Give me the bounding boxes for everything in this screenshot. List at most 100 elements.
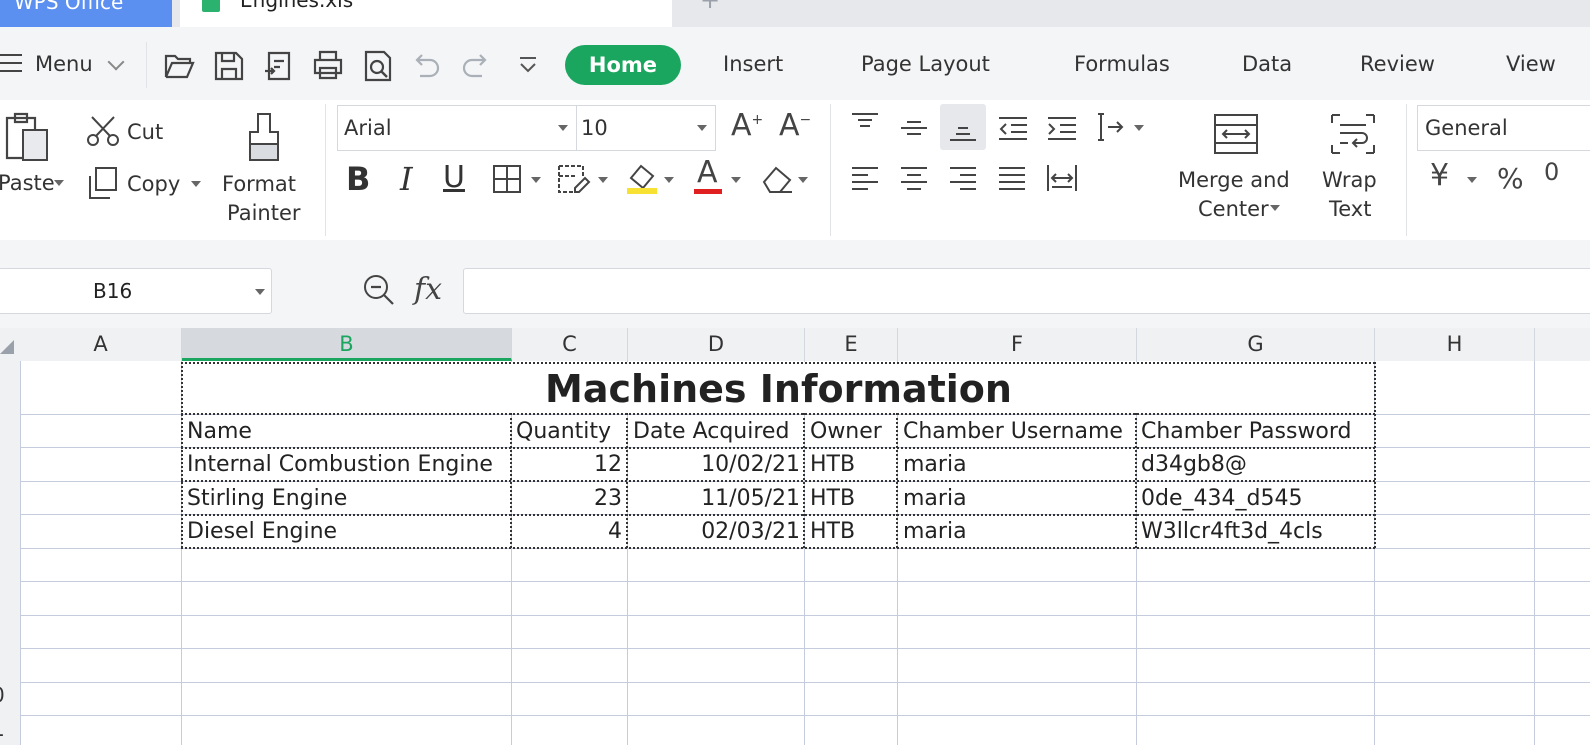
tab-insert[interactable]: Insert — [723, 52, 783, 76]
column-header-a[interactable]: A — [20, 328, 182, 361]
merge-and-center-icon[interactable] — [1213, 113, 1259, 155]
fill-color-icon[interactable] — [625, 160, 661, 196]
merge-and-center-label-1[interactable]: Merge and — [1178, 168, 1290, 192]
table-cell[interactable]: 23 — [512, 486, 622, 511]
decrease-font-size-icon[interactable]: A− — [779, 108, 811, 143]
table-cell[interactable]: 10/02/21 — [628, 452, 800, 477]
eraser-caret[interactable] — [798, 177, 808, 183]
function-icon[interactable]: fx — [414, 272, 442, 307]
table-cell[interactable]: 12 — [512, 452, 622, 477]
tab-home[interactable]: Home — [565, 45, 681, 85]
header-cell-owner[interactable]: Owner — [810, 419, 882, 444]
header-cell-date-acquired[interactable]: Date Acquired — [633, 419, 789, 444]
copy-button[interactable]: Copy — [127, 172, 180, 196]
tab-view[interactable]: View — [1506, 52, 1556, 76]
wrap-text-label-2[interactable]: Text — [1329, 197, 1371, 221]
copy-icon[interactable] — [86, 166, 120, 200]
tab-engines-file[interactable]: Engines.xls ✕ — [180, 0, 672, 27]
italic-icon[interactable]: I — [400, 160, 413, 198]
format-painter-label-1[interactable]: Format — [222, 172, 296, 196]
font-color-caret[interactable] — [731, 177, 741, 183]
table-cell[interactable]: 4 — [512, 519, 622, 544]
table-cell[interactable]: d34gb8@ — [1141, 452, 1247, 477]
table-cell[interactable]: 11/05/21 — [628, 486, 800, 511]
hamburger-icon[interactable] — [0, 54, 22, 72]
table-cell[interactable]: W3llcr4ft3d_4cls — [1141, 519, 1323, 544]
tab-formulas[interactable]: Formulas — [1074, 52, 1170, 76]
distributed-align-icon[interactable] — [1046, 163, 1078, 193]
undo-icon[interactable] — [410, 48, 442, 82]
wrap-text-icon[interactable] — [1330, 113, 1376, 155]
table-cell[interactable]: 0de_434_d545 — [1141, 486, 1302, 511]
cut-button[interactable]: Cut — [127, 120, 163, 144]
decrease-indent-icon[interactable] — [997, 116, 1029, 142]
tab-review[interactable]: Review — [1360, 52, 1435, 76]
new-tab-icon[interactable]: + — [700, 0, 720, 14]
merge-and-center-label-2[interactable]: Center — [1198, 197, 1269, 221]
increase-indent-icon[interactable] — [1046, 116, 1078, 142]
tab-wps-office[interactable]: WPS Office — [0, 0, 172, 27]
eraser-icon[interactable] — [760, 164, 794, 194]
format-painter-icon[interactable] — [244, 112, 284, 164]
save-icon[interactable] — [213, 48, 245, 82]
format-painter-label-2[interactable]: Painter — [227, 201, 301, 225]
select-all-icon[interactable] — [0, 338, 16, 354]
table-cell[interactable]: HTB — [810, 452, 855, 477]
merge-caret[interactable] — [1270, 205, 1280, 211]
font-size-select[interactable]: 10 — [576, 105, 716, 151]
align-right-icon[interactable] — [948, 166, 978, 192]
table-cell[interactable]: maria — [903, 519, 967, 544]
menu-button[interactable]: Menu — [35, 52, 93, 76]
paste-icon[interactable] — [5, 112, 51, 162]
number-format-select[interactable]: General — [1417, 105, 1590, 151]
column-header-d[interactable]: D — [628, 328, 805, 361]
print-preview-icon[interactable] — [362, 48, 394, 82]
align-top-icon[interactable] — [850, 112, 880, 138]
tab-page-layout[interactable]: Page Layout — [861, 52, 990, 76]
column-header-b[interactable]: B — [182, 328, 512, 361]
wrap-text-label-1[interactable]: Wrap — [1322, 168, 1377, 192]
table-cell[interactable]: HTB — [810, 486, 855, 511]
redo-icon[interactable] — [460, 48, 492, 82]
print-icon[interactable] — [312, 48, 344, 82]
copy-dropdown-caret[interactable] — [191, 181, 201, 187]
table-cell[interactable]: maria — [903, 452, 967, 477]
open-folder-icon[interactable] — [163, 48, 195, 82]
text-direction-icon[interactable] — [1096, 112, 1128, 142]
borders-icon[interactable] — [492, 164, 522, 194]
justify-icon[interactable] — [997, 166, 1027, 192]
cell-style-caret[interactable] — [598, 177, 608, 183]
column-header-f[interactable]: F — [898, 328, 1137, 361]
table-cell[interactable]: Stirling Engine — [187, 486, 347, 511]
percent-icon[interactable]: % — [1497, 162, 1524, 195]
bold-icon[interactable]: B — [346, 160, 370, 198]
header-cell-quantity[interactable]: Quantity — [516, 419, 611, 444]
column-header-g[interactable]: G — [1137, 328, 1375, 361]
header-cell-chamber-password[interactable]: Chamber Password — [1141, 419, 1352, 444]
customize-toolbar-icon[interactable] — [512, 48, 544, 82]
underline-icon[interactable]: U — [443, 160, 465, 195]
formula-input[interactable] — [463, 268, 1590, 314]
table-cell[interactable]: Diesel Engine — [187, 519, 337, 544]
paste-button[interactable]: Paste — [0, 171, 55, 195]
header-cell-name[interactable]: Name — [187, 419, 252, 444]
cell-style-icon[interactable] — [557, 164, 591, 194]
font-color-icon[interactable]: A — [697, 155, 718, 190]
table-cell[interactable]: Internal Combustion Engine — [187, 452, 493, 477]
align-left-icon[interactable] — [850, 166, 880, 192]
align-middle-icon[interactable] — [899, 116, 929, 142]
scissors-icon[interactable] — [86, 115, 120, 147]
text-direction-caret[interactable] — [1134, 125, 1144, 131]
column-header-h[interactable]: H — [1375, 328, 1535, 361]
zoom-search-icon[interactable] — [362, 273, 396, 307]
currency-icon[interactable]: ¥ — [1430, 158, 1449, 193]
export-icon[interactable] — [263, 48, 295, 82]
thousands-separator-icon[interactable]: 0 — [1544, 158, 1559, 186]
name-box[interactable]: B16 — [0, 268, 272, 314]
font-name-select[interactable]: Arial — [337, 105, 577, 151]
borders-caret[interactable] — [531, 177, 541, 183]
table-cell[interactable]: 02/03/21 — [628, 519, 800, 544]
row-number[interactable]: 1 — [0, 717, 5, 741]
increase-font-size-icon[interactable]: A+ — [731, 108, 763, 143]
column-header-e[interactable]: E — [805, 328, 898, 361]
